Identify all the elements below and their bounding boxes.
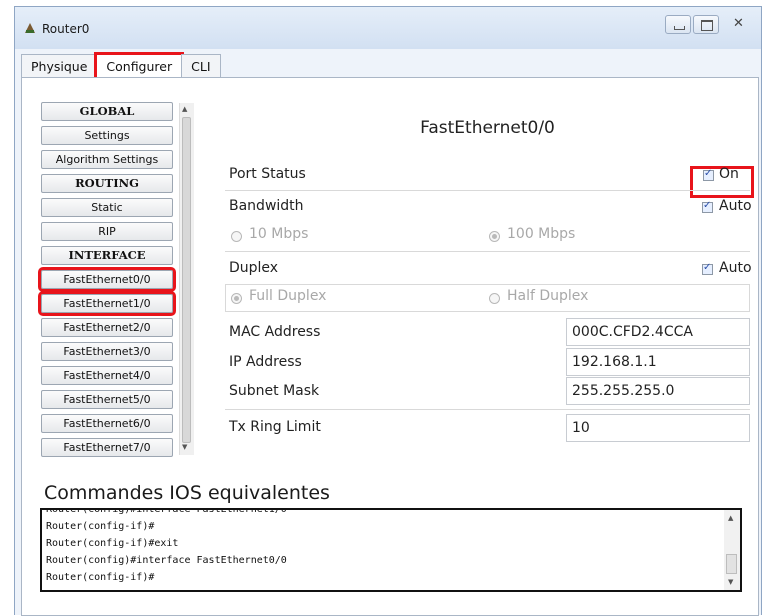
sidebar-item-static[interactable]: Static [41, 198, 173, 217]
sidebar-item-fastethernet7-0[interactable]: FastEthernet7/0 [41, 438, 173, 457]
half-duplex-label: Half Duplex [507, 288, 589, 304]
duplex-label: Duplex [229, 260, 279, 276]
console-scroll-thumb[interactable] [726, 554, 737, 574]
window-title: Router0 [42, 22, 90, 36]
subnet-mask-field[interactable]: 255.255.255.0 [566, 377, 750, 405]
console-line: Router(config-if)# [46, 572, 155, 583]
sidebar-item-fastethernet5-0[interactable]: FastEthernet5/0 [41, 390, 173, 409]
maximize-icon [701, 20, 713, 31]
interface-panel: FastEthernet0/0 Port Status On Bandwidth… [225, 106, 754, 446]
sidebar-item-fastethernet1-0[interactable]: FastEthernet1/0 [38, 291, 176, 316]
tab-physique[interactable]: Physique [21, 54, 98, 78]
mac-address-label: MAC Address [229, 324, 321, 340]
bandwidth-auto-label: Auto [719, 198, 752, 214]
duplex-auto-checkbox[interactable] [702, 262, 713, 275]
sidebar-scroll-thumb[interactable] [182, 117, 191, 443]
sidebar-item-fastethernet3-0[interactable]: FastEthernet3/0 [41, 342, 173, 361]
tab-bar: Physique Configurer CLI [21, 52, 221, 80]
title-bar: Router0 ✕ [15, 7, 761, 49]
sidebar-item-algorithm-settings[interactable]: Algorithm Settings [41, 150, 173, 169]
minimize-icon [674, 26, 685, 30]
console-scrollbar[interactable]: ▲ ▼ [724, 510, 740, 590]
config-content: GLOBAL Settings Algorithm Settings ROUTI… [21, 77, 759, 616]
subnet-mask-label: Subnet Mask [229, 383, 320, 399]
bw-10-radio[interactable] [231, 231, 242, 242]
bw-100-radio[interactable] [489, 231, 500, 242]
mac-address-field[interactable]: 000C.CFD2.4CCA [566, 318, 750, 346]
ip-address-label: IP Address [229, 354, 302, 370]
bw-100-label: 100 Mbps [507, 226, 576, 242]
console-line: Router(config)#interface FastEthernet0/0 [46, 555, 287, 566]
tab-configurer[interactable]: Configurer [94, 52, 185, 80]
console-line: Router(config-if)#exit [46, 538, 179, 549]
sidebar-scrollbar[interactable]: ▲ ▼ [179, 103, 194, 455]
scroll-down-icon[interactable]: ▼ [728, 578, 733, 586]
port-status-label: Port Status [229, 166, 306, 182]
sidebar-item-fastethernet4-0[interactable]: FastEthernet4/0 [41, 366, 173, 385]
sidebar-item-fastethernet6-0[interactable]: FastEthernet6/0 [41, 414, 173, 433]
bandwidth-label: Bandwidth [229, 198, 304, 214]
console-line: Router(config)#interface FastEthernet1/0 [46, 508, 287, 515]
separator [225, 190, 750, 191]
ip-address-field[interactable]: 192.168.1.1 [566, 348, 750, 376]
separator [225, 251, 750, 252]
sidebar-item-rip[interactable]: RIP [41, 222, 173, 241]
sidebar-header-interface[interactable]: INTERFACE [41, 246, 173, 265]
close-icon: ✕ [733, 16, 744, 31]
scroll-up-icon[interactable]: ▲ [728, 514, 733, 522]
ios-commands-title: Commandes IOS equivalentes [44, 482, 330, 504]
port-status-checkbox[interactable] [703, 168, 714, 181]
tx-ring-limit-label: Tx Ring Limit [229, 419, 321, 435]
config-sidebar: GLOBAL Settings Algorithm Settings ROUTI… [38, 100, 194, 457]
bandwidth-auto-checkbox[interactable] [702, 200, 713, 213]
console-line: Router(config-if)# [46, 521, 155, 532]
sidebar-item-fastethernet0-0[interactable]: FastEthernet0/0 [38, 267, 176, 292]
half-duplex-radio[interactable] [489, 293, 500, 304]
sidebar-item-fastethernet2-0[interactable]: FastEthernet2/0 [41, 318, 173, 337]
scroll-down-icon[interactable]: ▼ [182, 443, 187, 451]
separator [225, 409, 750, 410]
duplex-auto-label: Auto [719, 260, 752, 276]
sidebar-header-global[interactable]: GLOBAL [41, 102, 173, 121]
tab-cli[interactable]: CLI [181, 54, 221, 78]
router-app-icon [25, 23, 35, 33]
bw-10-label: 10 Mbps [249, 226, 309, 242]
interface-title: FastEthernet0/0 [420, 118, 555, 138]
sidebar-item-settings[interactable]: Settings [41, 126, 173, 145]
ios-console[interactable]: Router(config)#interface FastEthernet1/0… [40, 508, 742, 592]
close-button[interactable]: ✕ [721, 15, 755, 34]
tx-ring-limit-field[interactable]: 10 [566, 414, 750, 442]
minimize-button[interactable] [665, 15, 691, 34]
port-status-on-label: On [719, 166, 739, 182]
window-controls: ✕ [665, 15, 755, 34]
full-duplex-label: Full Duplex [249, 288, 327, 304]
router-window: Router0 ✕ Physique Configurer CLI GLOBAL… [14, 6, 762, 616]
scroll-up-icon[interactable]: ▲ [182, 105, 187, 113]
sidebar-header-routing[interactable]: ROUTING [41, 174, 173, 193]
full-duplex-radio[interactable] [231, 293, 242, 304]
maximize-button[interactable] [693, 15, 719, 34]
